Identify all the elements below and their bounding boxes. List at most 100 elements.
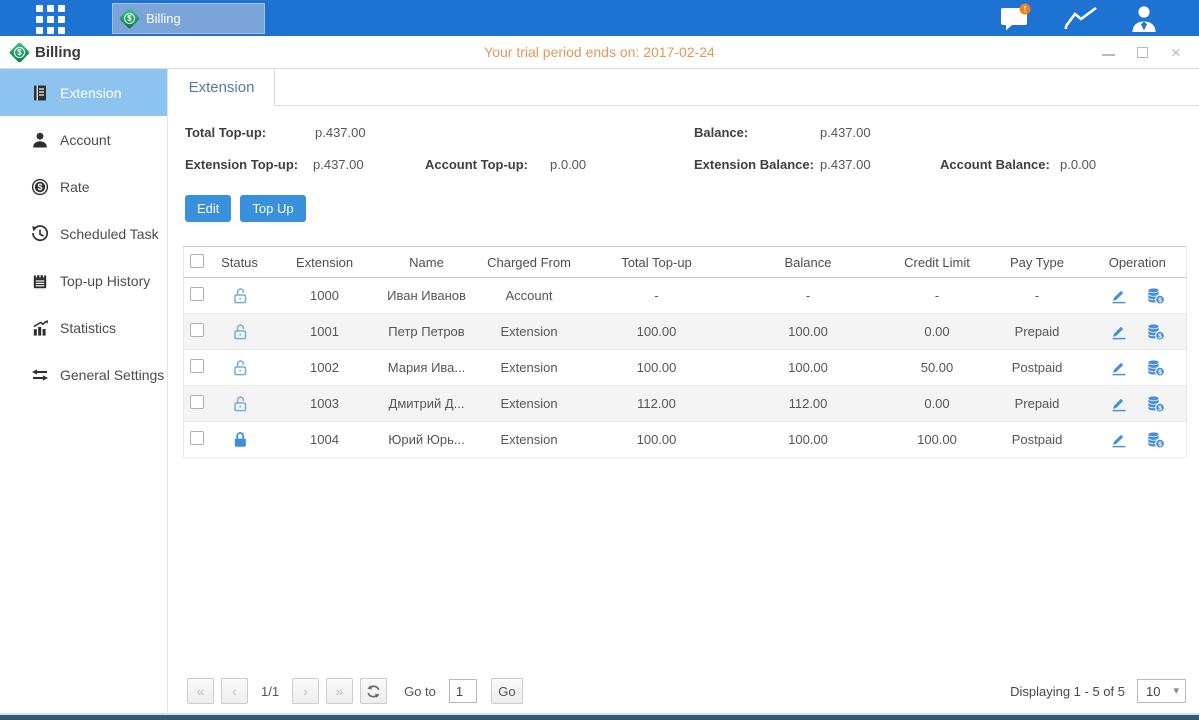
- extension-cell: 1003: [269, 386, 381, 422]
- topup-button[interactable]: Top Up: [240, 195, 305, 222]
- edit-row-icon[interactable]: [1110, 359, 1128, 376]
- sidebar-item-label: General Settings: [60, 367, 164, 383]
- total-topup-cell: 100.00: [586, 350, 728, 386]
- total-topup-cell: -: [586, 278, 728, 314]
- account-topup-value: p.0.00: [550, 157, 586, 172]
- maximize-button[interactable]: [1135, 45, 1149, 59]
- edit-row-icon[interactable]: [1110, 431, 1128, 448]
- user-account-icon[interactable]: [1129, 4, 1159, 33]
- row-checkbox[interactable]: [190, 395, 204, 409]
- credit-limit-cell: 100.00: [889, 422, 986, 458]
- extension-balance-value: p.437.00: [820, 157, 871, 172]
- unlocked-icon: [231, 286, 249, 305]
- extension-topup-value: p.437.00: [313, 157, 364, 172]
- toolbar: Edit Top Up: [185, 195, 1199, 222]
- sliders-icon: [31, 366, 49, 384]
- svg-text:!: !: [1024, 5, 1027, 14]
- charged-from-cell: Extension: [473, 386, 586, 422]
- unlocked-icon: [231, 394, 249, 413]
- topup-row-icon[interactable]: $: [1146, 323, 1165, 341]
- first-page-button[interactable]: «: [187, 678, 214, 704]
- refresh-button[interactable]: [360, 678, 387, 704]
- col-charged-from: Charged From: [473, 247, 586, 278]
- table-row: 1004 Юрий Юрь... Extension 100.00 100.00…: [184, 422, 1187, 458]
- status-cell: [211, 350, 269, 386]
- status-cell: [211, 422, 269, 458]
- sidebar-item-statistics[interactable]: Statistics: [0, 304, 167, 351]
- topup-row-icon[interactable]: $: [1146, 287, 1165, 305]
- tab-extension[interactable]: Extension: [169, 69, 275, 106]
- last-page-button[interactable]: »: [326, 678, 353, 704]
- row-checkbox[interactable]: [190, 323, 204, 337]
- edit-row-icon[interactable]: [1110, 395, 1128, 412]
- total-topup-label: Total Top-up:: [185, 125, 266, 140]
- status-cell: [211, 278, 269, 314]
- locked-icon: [231, 430, 249, 449]
- next-page-button[interactable]: ›: [292, 678, 319, 704]
- svg-text:$: $: [37, 182, 42, 192]
- sidebar-item-general-settings[interactable]: General Settings: [0, 351, 167, 398]
- close-button[interactable]: ×: [1169, 45, 1183, 59]
- app-launcher-icon[interactable]: [36, 5, 68, 31]
- stats-icon: [31, 319, 49, 337]
- pagination-bar: « ‹ 1/1 › » Go to Go Displaying 1 - 5 of…: [187, 676, 1186, 706]
- minimize-button[interactable]: [1101, 45, 1115, 59]
- extension-topup-label: Extension Top-up:: [185, 157, 298, 172]
- row-checkbox[interactable]: [190, 431, 204, 445]
- credit-limit-cell: 0.00: [889, 314, 986, 350]
- account-balance-value: p.0.00: [1060, 157, 1096, 172]
- status-cell: [211, 314, 269, 350]
- page-size-value: 10: [1146, 684, 1160, 699]
- sidebar-item-extension[interactable]: Extension: [0, 69, 167, 116]
- goto-page-input[interactable]: [449, 679, 477, 703]
- edit-row-icon[interactable]: [1110, 287, 1128, 304]
- sidebar-item-label: Account: [60, 132, 111, 148]
- notifications-icon[interactable]: !: [999, 3, 1035, 33]
- extension-cell: 1002: [269, 350, 381, 386]
- system-topbar: $ Billing !: [0, 0, 1199, 36]
- summary-panel: Total Top-up: p.437.00 Balance: p.437.00…: [169, 120, 1199, 184]
- page-size-select[interactable]: 10 ▾: [1137, 679, 1186, 703]
- row-checkbox[interactable]: [190, 287, 204, 301]
- pay-type-cell: Prepaid: [986, 386, 1089, 422]
- row-checkbox[interactable]: [190, 359, 204, 373]
- charged-from-cell: Extension: [473, 314, 586, 350]
- svg-text:$: $: [1158, 369, 1162, 376]
- extension-cell: 1001: [269, 314, 381, 350]
- extension-cell: 1004: [269, 422, 381, 458]
- sidebar: Extension Account $ Rate Scheduled Task: [0, 69, 168, 713]
- total-topup-cell: 112.00: [586, 386, 728, 422]
- sidebar-item-label: Scheduled Task: [60, 226, 159, 242]
- account-balance-label: Account Balance:: [940, 157, 1050, 172]
- col-total-topup: Total Top-up: [586, 247, 728, 278]
- taskbar-item-billing[interactable]: $ Billing: [112, 3, 265, 34]
- sidebar-item-account[interactable]: Account: [0, 116, 167, 163]
- sidebar-item-scheduled-task[interactable]: Scheduled Task: [0, 210, 167, 257]
- resource-monitor-icon[interactable]: [1063, 5, 1101, 31]
- balance-cell: 112.00: [728, 386, 889, 422]
- col-pay-type: Pay Type: [986, 247, 1089, 278]
- sidebar-item-label: Top-up History: [60, 273, 150, 289]
- pay-type-cell: Prepaid: [986, 314, 1089, 350]
- unlocked-icon: [231, 322, 249, 341]
- dollar-circle-icon: $: [31, 178, 49, 196]
- sidebar-item-rate[interactable]: $ Rate: [0, 163, 167, 210]
- topup-row-icon[interactable]: $: [1146, 431, 1165, 449]
- prev-page-button[interactable]: ‹: [221, 678, 248, 704]
- extension-table: Status Extension Name Charged From Total…: [183, 246, 1187, 458]
- unlocked-icon: [231, 358, 249, 377]
- topup-row-icon[interactable]: $: [1146, 359, 1165, 377]
- page-indicator: 1/1: [261, 684, 279, 699]
- credit-limit-cell: -: [889, 278, 986, 314]
- sidebar-item-topup-history[interactable]: Top-up History: [0, 257, 167, 304]
- charged-from-cell: Extension: [473, 350, 586, 386]
- go-button[interactable]: Go: [491, 678, 523, 704]
- edit-button[interactable]: Edit: [185, 195, 231, 222]
- svg-text:$: $: [1158, 297, 1162, 304]
- balance-cell: 100.00: [728, 350, 889, 386]
- topup-row-icon[interactable]: $: [1146, 395, 1165, 413]
- balance-cell: 100.00: [728, 422, 889, 458]
- select-all-checkbox[interactable]: [190, 254, 204, 268]
- edit-row-icon[interactable]: [1110, 323, 1128, 340]
- pay-type-cell: Postpaid: [986, 350, 1089, 386]
